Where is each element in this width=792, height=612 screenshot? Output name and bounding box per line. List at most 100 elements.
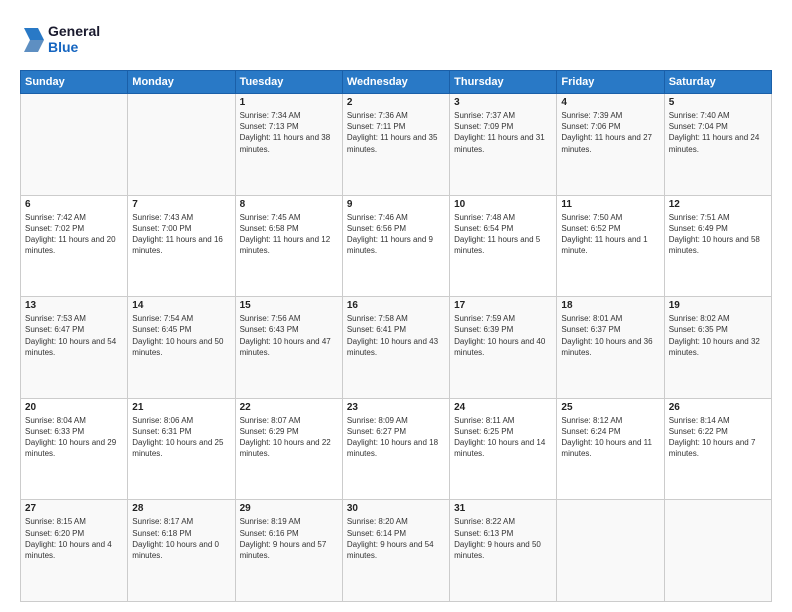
day-cell: 19Sunrise: 8:02 AM Sunset: 6:35 PM Dayli…	[664, 297, 771, 399]
day-number: 20	[25, 402, 123, 413]
day-number: 17	[454, 300, 552, 311]
day-cell: 26 Sunrise: 8:14 AM Sunset: 6:22 PM Dayli…	[664, 398, 771, 500]
day-cell: 29 Sunrise: 8:19 AM Sunset: 6:16 PM Dayli…	[235, 500, 342, 602]
day-cell: 2 Sunrise: 7:36 AM Sunset: 7:11 PM Daylig…	[342, 94, 449, 196]
day-cell: 9Sunrise: 7:46 AM Sunset: 6:56 PM Daylig…	[342, 195, 449, 297]
calendar: SundayMondayTuesdayWednesdayThursdayFrid…	[20, 70, 772, 602]
day-cell: 18 Sunrise: 8:01 AM Sunset: 6:37 PM Dayli…	[557, 297, 664, 399]
day-info: Sunrise: 7:56 AM Sunset: 6:43 PM Dayligh…	[240, 313, 338, 358]
day-number: 25	[561, 402, 659, 413]
day-number: 18	[561, 300, 659, 311]
day-info: Sunrise: 7:53 AM Sunset: 6:47 PM Dayligh…	[25, 313, 123, 358]
day-info: Sunrise: 8:09 AM Sunset: 6:27 PM Dayligh…	[347, 415, 445, 460]
day-info: Sunrise: 7:43 AM Sunset: 7:00 PM Dayligh…	[132, 212, 230, 257]
day-number: 7	[132, 199, 230, 210]
day-number: 9	[347, 199, 445, 210]
day-info: Sunrise: 7:36 AM Sunset: 7:11 PM Dayligh…	[347, 110, 445, 155]
day-cell: 23 Sunrise: 8:09 AM Sunset: 6:27 PM Dayli…	[342, 398, 449, 500]
day-cell	[664, 500, 771, 602]
day-number: 1	[240, 97, 338, 108]
day-number: 14	[132, 300, 230, 311]
day-cell: 20 Sunrise: 8:04 AM Sunset: 6:33 PM Dayli…	[21, 398, 128, 500]
day-number: 10	[454, 199, 552, 210]
day-number: 29	[240, 503, 338, 514]
day-cell: 24 Sunrise: 8:11 AM Sunset: 6:25 PM Dayli…	[450, 398, 557, 500]
day-cell: 5Sunrise: 7:40 AM Sunset: 7:04 PM Daylig…	[664, 94, 771, 196]
day-cell: 12 Sunrise: 7:51 AM Sunset: 6:49 PM Dayli…	[664, 195, 771, 297]
day-header-friday: Friday	[557, 71, 664, 94]
day-cell: 11 Sunrise: 7:50 AM Sunset: 6:52 PM Dayli…	[557, 195, 664, 297]
day-info: Sunrise: 8:07 AM Sunset: 6:29 PM Dayligh…	[240, 415, 338, 460]
day-header-saturday: Saturday	[664, 71, 771, 94]
day-number: 22	[240, 402, 338, 413]
day-info: Sunrise: 8:11 AM Sunset: 6:25 PM Dayligh…	[454, 415, 552, 460]
day-number: 6	[25, 199, 123, 210]
day-number: 12	[669, 199, 767, 210]
day-cell	[557, 500, 664, 602]
day-header-wednesday: Wednesday	[342, 71, 449, 94]
day-cell: 17 Sunrise: 7:59 AM Sunset: 6:39 PM Dayli…	[450, 297, 557, 399]
day-info: Sunrise: 8:19 AM Sunset: 6:16 PM Dayligh…	[240, 516, 338, 561]
day-number: 23	[347, 402, 445, 413]
day-header-monday: Monday	[128, 71, 235, 94]
day-cell: 13 Sunrise: 7:53 AM Sunset: 6:47 PM Dayli…	[21, 297, 128, 399]
day-info: Sunrise: 8:15 AM Sunset: 6:20 PM Dayligh…	[25, 516, 123, 561]
day-number: 26	[669, 402, 767, 413]
day-cell: 8 Sunrise: 7:45 AM Sunset: 6:58 PM Daylig…	[235, 195, 342, 297]
day-cell: 21Sunrise: 8:06 AM Sunset: 6:31 PM Dayli…	[128, 398, 235, 500]
day-info: Sunrise: 7:42 AM Sunset: 7:02 PM Dayligh…	[25, 212, 123, 257]
header: General Blue	[20, 16, 772, 60]
day-info: Sunrise: 7:51 AM Sunset: 6:49 PM Dayligh…	[669, 212, 767, 257]
day-cell: 25 Sunrise: 8:12 AM Sunset: 6:24 PM Dayli…	[557, 398, 664, 500]
header-row: SundayMondayTuesdayWednesdayThursdayFrid…	[21, 71, 772, 94]
day-number: 8	[240, 199, 338, 210]
day-info: Sunrise: 7:48 AM Sunset: 6:54 PM Dayligh…	[454, 212, 552, 257]
day-cell: 14 Sunrise: 7:54 AM Sunset: 6:45 PM Dayli…	[128, 297, 235, 399]
day-info: Sunrise: 8:14 AM Sunset: 6:22 PM Dayligh…	[669, 415, 767, 460]
day-number: 19	[669, 300, 767, 311]
day-cell: 15 Sunrise: 7:56 AM Sunset: 6:43 PM Dayli…	[235, 297, 342, 399]
day-cell: 7 Sunrise: 7:43 AM Sunset: 7:00 PM Daylig…	[128, 195, 235, 297]
day-cell: 28Sunrise: 8:17 AM Sunset: 6:18 PM Dayli…	[128, 500, 235, 602]
day-number: 11	[561, 199, 659, 210]
day-info: Sunrise: 7:50 AM Sunset: 6:52 PM Dayligh…	[561, 212, 659, 257]
day-info: Sunrise: 8:22 AM Sunset: 6:13 PM Dayligh…	[454, 516, 552, 561]
day-cell: 31 Sunrise: 8:22 AM Sunset: 6:13 PM Dayli…	[450, 500, 557, 602]
day-number: 4	[561, 97, 659, 108]
day-cell: 6 Sunrise: 7:42 AM Sunset: 7:02 PM Daylig…	[21, 195, 128, 297]
day-number: 15	[240, 300, 338, 311]
page: General Blue SundayMondayTuesdayWednesda…	[0, 0, 792, 612]
day-cell: 10 Sunrise: 7:48 AM Sunset: 6:54 PM Dayli…	[450, 195, 557, 297]
day-info: Sunrise: 8:20 AM Sunset: 6:14 PM Dayligh…	[347, 516, 445, 561]
week-row-2: 6 Sunrise: 7:42 AM Sunset: 7:02 PM Daylig…	[21, 195, 772, 297]
day-info: Sunrise: 8:04 AM Sunset: 6:33 PM Dayligh…	[25, 415, 123, 460]
day-cell: 3Sunrise: 7:37 AM Sunset: 7:09 PM Daylig…	[450, 94, 557, 196]
svg-text:General: General	[48, 23, 100, 39]
week-row-4: 20 Sunrise: 8:04 AM Sunset: 6:33 PM Dayli…	[21, 398, 772, 500]
day-number: 31	[454, 503, 552, 514]
day-cell: 4 Sunrise: 7:39 AM Sunset: 7:06 PM Daylig…	[557, 94, 664, 196]
day-info: Sunrise: 7:54 AM Sunset: 6:45 PM Dayligh…	[132, 313, 230, 358]
day-number: 24	[454, 402, 552, 413]
day-info: Sunrise: 7:34 AM Sunset: 7:13 PM Dayligh…	[240, 110, 338, 155]
day-info: Sunrise: 8:12 AM Sunset: 6:24 PM Dayligh…	[561, 415, 659, 460]
day-info: Sunrise: 7:39 AM Sunset: 7:06 PM Dayligh…	[561, 110, 659, 155]
day-cell: 16Sunrise: 7:58 AM Sunset: 6:41 PM Dayli…	[342, 297, 449, 399]
day-info: Sunrise: 7:59 AM Sunset: 6:39 PM Dayligh…	[454, 313, 552, 358]
day-number: 30	[347, 503, 445, 514]
day-number: 13	[25, 300, 123, 311]
day-number: 3	[454, 97, 552, 108]
day-header-sunday: Sunday	[21, 71, 128, 94]
day-info: Sunrise: 8:01 AM Sunset: 6:37 PM Dayligh…	[561, 313, 659, 358]
week-row-5: 27 Sunrise: 8:15 AM Sunset: 6:20 PM Dayli…	[21, 500, 772, 602]
day-header-thursday: Thursday	[450, 71, 557, 94]
day-info: Sunrise: 7:45 AM Sunset: 6:58 PM Dayligh…	[240, 212, 338, 257]
calendar-table: SundayMondayTuesdayWednesdayThursdayFrid…	[20, 70, 772, 602]
day-number: 28	[132, 503, 230, 514]
day-cell: 22 Sunrise: 8:07 AM Sunset: 6:29 PM Dayli…	[235, 398, 342, 500]
week-row-3: 13 Sunrise: 7:53 AM Sunset: 6:47 PM Dayli…	[21, 297, 772, 399]
day-number: 2	[347, 97, 445, 108]
day-number: 16	[347, 300, 445, 311]
svg-text:Blue: Blue	[48, 39, 79, 55]
day-number: 27	[25, 503, 123, 514]
